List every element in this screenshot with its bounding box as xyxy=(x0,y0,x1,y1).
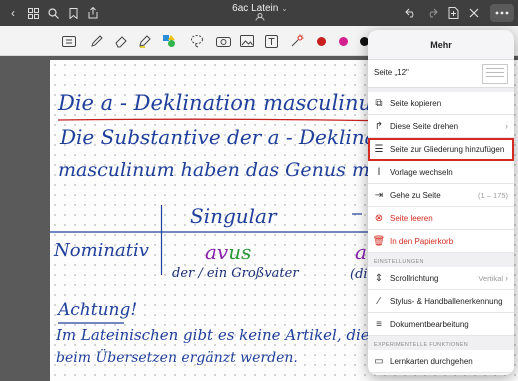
menu-item-flashcards[interactable]: ▭ Lernkarten durchgehen xyxy=(368,350,514,373)
undo-icon[interactable] xyxy=(402,4,420,22)
clear-icon: ⊗ xyxy=(374,212,384,224)
note-line-a1: Im Lateinischen gibt es keine Artikel, d… xyxy=(56,326,370,344)
text-icon[interactable] xyxy=(262,32,280,50)
menu-item-label: Diese Seite drehen xyxy=(390,121,459,131)
doc-edit-icon: ≡ xyxy=(376,318,382,330)
more-menu-title: Mehr xyxy=(368,30,514,60)
note-heading-text: Die a - Deklination masculinum xyxy=(58,91,392,115)
latin-word: avus xyxy=(205,240,251,264)
chevron-right-icon: › xyxy=(505,121,508,131)
image-icon[interactable] xyxy=(238,32,256,50)
latin-word-ending: us xyxy=(228,240,252,264)
menu-item-label: Dokumentbearbeitung xyxy=(390,319,469,329)
shape-icon[interactable] xyxy=(160,32,178,50)
cloud-person-icon xyxy=(253,13,267,23)
menu-item-label: In den Papierkorb xyxy=(390,236,454,246)
outline-icon: ☰ xyxy=(374,143,384,155)
menu-item-clear-page[interactable]: ⊗ Seite leeren xyxy=(368,207,514,230)
bookmark-icon[interactable] xyxy=(64,4,82,22)
chevron-down-icon: ⌄ xyxy=(281,4,288,13)
color-swatch-magenta[interactable] xyxy=(339,37,348,46)
menu-item-stylus-palm[interactable]: ∕ Stylus- & Handballenerkennung xyxy=(368,290,514,313)
menu-item-label: Scrollrichtung xyxy=(390,273,439,283)
camera-icon[interactable] xyxy=(214,32,232,50)
template-icon: Ⅰ xyxy=(377,166,381,178)
table-divider xyxy=(50,231,380,233)
menu-item-label: Seite zur Gliederung hinzufügen xyxy=(390,144,505,154)
highlighter-icon[interactable] xyxy=(136,32,154,50)
close-icon[interactable] xyxy=(465,4,483,22)
read-mode-icon[interactable] xyxy=(60,32,78,50)
menu-item-label: Seite leeren xyxy=(390,213,433,223)
flashcards-icon: ▭ xyxy=(374,355,384,367)
achtung-underline xyxy=(58,322,124,324)
menu-item-label: Stylus- & Handballenerkennung xyxy=(390,296,503,306)
more-menu: Mehr Seite „12" ⧉ Seite kopieren ↱ Diese… xyxy=(368,30,514,375)
note-line-3: masculinum haben das Genus ma xyxy=(58,159,382,181)
menu-item-label: Seite kopieren xyxy=(390,98,442,108)
pen-icon[interactable] xyxy=(88,32,106,50)
note-line-a2: beim Übersetzen ergänzt werden. xyxy=(56,350,298,366)
lasso-icon[interactable] xyxy=(188,32,206,50)
more-icon[interactable] xyxy=(490,4,514,22)
latin-word-2: a xyxy=(355,240,367,264)
color-swatch-red[interactable] xyxy=(317,37,326,46)
case-nominativ: Nominativ xyxy=(54,240,149,261)
eraser-icon[interactable] xyxy=(112,32,130,50)
redo-icon[interactable] xyxy=(423,4,441,22)
chevron-right-icon: › xyxy=(505,273,508,283)
latin-word-stem: av xyxy=(205,240,229,264)
page-range: (1 – 175) xyxy=(477,190,508,200)
menu-item-label: Gehe zu Seite xyxy=(390,190,441,200)
trash-icon: 🗑 xyxy=(372,235,386,247)
table-header-singular: Singular xyxy=(190,204,277,228)
page-info-row: Seite „12" xyxy=(368,60,514,88)
translation-2: (di xyxy=(350,267,368,282)
menu-item-add-to-outline[interactable]: ☰ Seite zur Gliederung hinzufügen xyxy=(368,138,514,161)
note-line-2: Die Substantive der a - Deklina xyxy=(60,125,377,149)
grid-icon[interactable] xyxy=(24,4,42,22)
section-settings: EINSTELLUNGEN xyxy=(368,253,514,267)
search-icon[interactable] xyxy=(44,4,62,22)
menu-item-go-to-page[interactable]: ⇥ Gehe zu Seite (1 – 175) xyxy=(368,184,514,207)
page-thumbnail xyxy=(482,64,508,84)
table-stroke xyxy=(352,213,362,215)
scroll-icon: ⇕ xyxy=(374,272,384,284)
table-column-line xyxy=(160,205,163,275)
menu-item-label: Vorlage wechseln xyxy=(390,167,453,177)
note-heading: Die a - Deklination masculinum xyxy=(58,91,392,115)
scroll-direction-value: Vertikal xyxy=(478,273,503,283)
menu-item-copy-page[interactable]: ⧉ Seite kopieren xyxy=(368,92,514,115)
note-achtung: Achtung! xyxy=(58,300,138,320)
menu-item-doc-editing[interactable]: ≡ Dokumentbearbeitung xyxy=(368,313,514,336)
copy-icon: ⧉ xyxy=(375,97,383,109)
share-icon[interactable] xyxy=(84,4,102,22)
laser-icon[interactable] xyxy=(288,32,306,50)
page-label: Seite „12" xyxy=(374,68,409,77)
add-page-icon[interactable] xyxy=(444,4,462,22)
menu-item-move-to-trash[interactable]: 🗑 In den Papierkorb xyxy=(368,230,514,253)
menu-item-change-template[interactable]: Ⅰ Vorlage wechseln xyxy=(368,161,514,184)
rotate-icon: ↱ xyxy=(374,120,384,132)
menu-item-scroll-direction[interactable]: ⇕ Scrollrichtung Vertikal › xyxy=(368,267,514,290)
section-experimental: EXPERIMENTELLE FUNKTIONEN xyxy=(368,336,514,350)
translation: der / ein Großvater xyxy=(172,266,299,281)
menu-item-rotate-page[interactable]: ↱ Diese Seite drehen › xyxy=(368,115,514,138)
menu-item-label: Lernkarten durchgehen xyxy=(390,356,473,366)
heading-underline xyxy=(58,118,398,122)
stylus-icon: ∕ xyxy=(378,295,380,307)
goto-icon: ⇥ xyxy=(374,189,384,201)
top-bar: ‹ 6ac Latein ⌄ xyxy=(0,0,518,26)
back-icon[interactable]: ‹ xyxy=(4,4,22,22)
